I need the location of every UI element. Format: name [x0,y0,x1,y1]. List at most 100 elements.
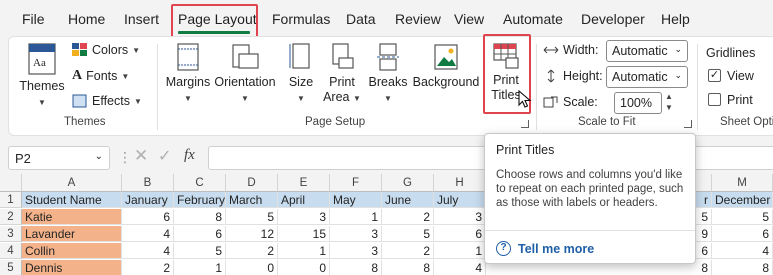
data-cell[interactable]: 3 [330,226,382,242]
data-cell[interactable]: 1 [278,243,330,259]
scale-spinner[interactable]: 100% [614,92,662,114]
data-cell[interactable]: 2 [382,209,434,225]
page-setup-launcher-icon[interactable] [521,120,529,128]
margins-button[interactable]: Margins ▼ [163,42,213,106]
tab-automate[interactable]: Automate [503,11,563,27]
background-button[interactable]: Background [410,42,482,90]
tab-file[interactable]: File [22,11,45,27]
gridlines-view-checkbox[interactable]: ✓ [708,69,721,82]
data-cell[interactable]: 1 [174,260,226,275]
student-name-cell[interactable]: Collin [22,243,122,259]
data-cell[interactable]: 1 [330,209,382,225]
header-cell[interactable]: December [712,192,773,208]
themes-button[interactable]: Aa Themes ▼ [18,42,66,110]
data-cell[interactable]: 3 [278,209,330,225]
page-setup-group-label: Page Setup [305,116,366,128]
column-header-e[interactable]: E [278,174,330,192]
row-header-1[interactable]: 1 [0,192,22,208]
data-cell[interactable]: 12 [226,226,278,242]
print-area-button[interactable]: Print Area ▼ [322,42,362,106]
header-cell[interactable]: March [226,192,278,208]
colors-button[interactable]: Colors ▼ [72,43,140,57]
height-label: Height: [563,69,603,83]
data-cell[interactable]: 1 [434,243,486,259]
student-name-cell[interactable]: Lavander [22,226,122,242]
data-cell[interactable]: 5 [712,209,773,225]
data-cell[interactable]: 6 [174,226,226,242]
breaks-button[interactable]: Breaks ▼ [368,42,408,106]
data-cell[interactable]: 4 [122,226,174,242]
gridlines-print-checkbox[interactable] [708,93,721,106]
data-cell[interactable]: 4 [434,260,486,275]
tab-developer[interactable]: Developer [581,11,645,27]
header-cell[interactable]: May [330,192,382,208]
header-cell[interactable]: July [434,192,486,208]
data-cell[interactable]: 5 [382,226,434,242]
data-cell[interactable]: 3 [330,243,382,259]
scale-to-fit-launcher-icon[interactable] [684,120,692,128]
data-cell[interactable]: 6 [712,226,773,242]
row-header-4[interactable]: 4 [0,243,22,259]
colors-icon [72,43,87,56]
header-cell[interactable]: June [382,192,434,208]
tab-home[interactable]: Home [68,11,105,27]
data-cell[interactable]: 2 [382,243,434,259]
tab-view[interactable]: View [454,11,484,27]
data-cell[interactable]: 5 [174,243,226,259]
scale-spinner-arrows-icon[interactable]: ▲ ▼ [665,91,673,113]
column-header-g[interactable]: G [382,174,434,192]
tab-review[interactable]: Review [395,11,441,27]
row-header-2[interactable]: 2 [0,209,22,225]
height-dropdown[interactable]: Automatic ⌄ [606,66,688,88]
data-cell[interactable]: 2 [226,243,278,259]
insert-function-icon[interactable]: fx [184,147,195,164]
tab-insert[interactable]: Insert [124,11,159,27]
column-header-a[interactable]: A [22,174,122,192]
data-cell[interactable]: 5 [226,209,278,225]
fonts-button[interactable]: A Fonts ▼ [72,68,129,84]
header-cell[interactable]: April [278,192,330,208]
data-cell[interactable]: 2 [122,260,174,275]
size-button[interactable]: Size ▼ [284,42,318,106]
name-box[interactable]: P2 ⌄ [8,146,110,170]
data-cell[interactable]: 8 [174,209,226,225]
column-header-c[interactable]: C [174,174,226,192]
width-dropdown[interactable]: Automatic ⌄ [606,40,688,62]
data-cell[interactable]: 15 [278,226,330,242]
column-header-f[interactable]: F [330,174,382,192]
row-header-3[interactable]: 3 [0,226,22,242]
orientation-button[interactable]: Orientation ▼ [213,42,277,106]
tab-help[interactable]: Help [661,11,690,27]
select-all-corner[interactable] [0,174,22,192]
student-name-cell[interactable]: Katie [22,209,122,225]
themes-group-label: Themes [64,116,106,128]
data-cell[interactable]: 8 [712,260,773,275]
column-header-m[interactable]: M [712,174,773,192]
gridlines-view-label: View [727,69,754,83]
header-cell[interactable]: January [122,192,174,208]
column-header-d[interactable]: D [226,174,278,192]
tab-formulas[interactable]: Formulas [272,11,330,27]
effects-button[interactable]: Effects ▼ [72,94,142,108]
cancel-icon[interactable]: ✕ [134,146,148,166]
data-cell[interactable]: 8 [330,260,382,275]
data-cell[interactable]: 3 [434,209,486,225]
data-cell[interactable]: 6 [434,226,486,242]
data-cell[interactable]: 6 [122,209,174,225]
student-name-cell[interactable]: Dennis [22,260,122,275]
data-cell[interactable]: 8 [382,260,434,275]
enter-icon[interactable]: ✓ [158,146,171,166]
column-header-h[interactable]: H [434,174,486,192]
colors-label: Colors [92,43,129,57]
data-cell[interactable]: 0 [226,260,278,275]
data-cell[interactable]: 4 [122,243,174,259]
tab-data[interactable]: Data [346,11,376,27]
data-cell[interactable]: 0 [278,260,330,275]
header-cell[interactable]: Student Name [22,192,122,208]
header-cell[interactable]: February [174,192,226,208]
tell-me-more-link[interactable]: ? Tell me more [496,241,594,256]
data-cell[interactable]: 4 [712,243,773,259]
row-header-5[interactable]: 5 [0,260,22,275]
chevron-down-icon[interactable]: ⌄ [95,151,103,162]
column-header-b[interactable]: B [122,174,174,192]
